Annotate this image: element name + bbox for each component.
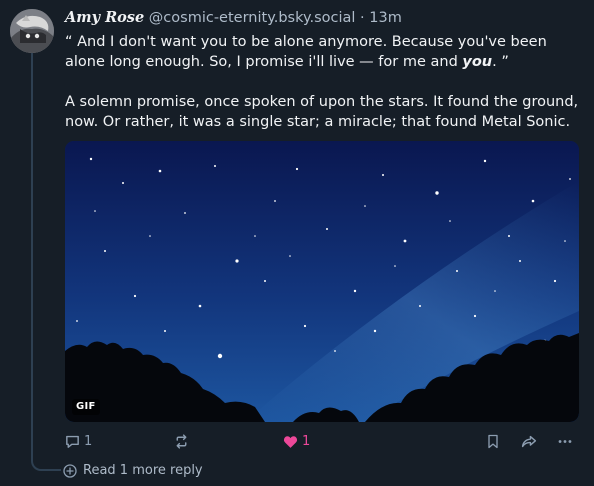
avatar-icon bbox=[10, 9, 54, 53]
post-actions: 1 1 bbox=[0, 430, 594, 452]
post-quote-end: . ” bbox=[492, 54, 509, 70]
repost-button[interactable] bbox=[173, 430, 193, 452]
share-icon bbox=[521, 435, 537, 447]
repost-icon bbox=[176, 433, 187, 449]
gif-media[interactable]: GIF bbox=[65, 141, 579, 422]
thread-line bbox=[31, 52, 33, 456]
more-icon bbox=[558, 439, 572, 443]
post-header: Amy Rose @cosmic-eternity.bsky.social · … bbox=[65, 9, 402, 27]
separator: · bbox=[360, 10, 365, 26]
post-paragraph-1: “ And I don't want you to be alone anymo… bbox=[65, 32, 585, 72]
plus-circle-icon bbox=[63, 463, 77, 478]
reply-button[interactable]: 1 bbox=[64, 430, 92, 452]
post-paragraph-2: A solemn promise, once spoken of upon th… bbox=[65, 94, 579, 130]
post-text: “ And I don't want you to be alone anymo… bbox=[65, 32, 585, 132]
bookmark-icon bbox=[488, 434, 498, 448]
bookmark-button[interactable] bbox=[485, 430, 501, 452]
gif-badge: GIF bbox=[72, 399, 100, 415]
display-name[interactable]: Amy Rose bbox=[65, 9, 144, 26]
post-emphasis: you bbox=[462, 54, 493, 70]
share-button[interactable] bbox=[520, 430, 538, 452]
handle[interactable]: @cosmic-eternity.bsky.social bbox=[149, 10, 356, 26]
like-count: 1 bbox=[302, 433, 311, 449]
read-more-label: Read 1 more reply bbox=[83, 463, 203, 478]
timestamp[interactable]: 13m bbox=[369, 10, 402, 26]
avatar[interactable] bbox=[10, 9, 54, 53]
more-options-button[interactable] bbox=[556, 430, 574, 452]
reply-count: 1 bbox=[84, 433, 93, 449]
starry-sky-image bbox=[65, 141, 579, 422]
reply-icon bbox=[66, 435, 79, 448]
read-more-replies-link[interactable]: Read 1 more reply bbox=[63, 463, 203, 478]
heart-icon bbox=[283, 435, 298, 448]
like-button[interactable]: 1 bbox=[282, 430, 310, 452]
